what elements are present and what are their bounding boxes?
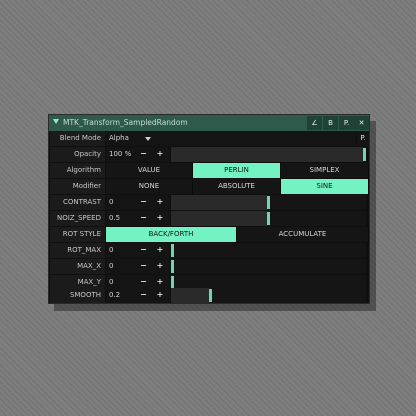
window-title: MTK_Transform_SampledRandom [63,118,188,127]
rot-style-label: ROT STYLE [50,227,105,242]
max-x-value[interactable]: 0 [106,259,137,274]
rot-max-slider-handle[interactable] [171,244,174,257]
noiz-speed-slider[interactable] [171,211,366,226]
rot-max-label: ROT_MAX [50,243,105,258]
algorithm-option-simplex[interactable]: SIMPLEX [281,163,369,178]
smooth-slider-fill [171,288,209,303]
max-x-increment-button[interactable]: + [150,259,170,274]
algorithm-label: Algorithm [50,163,105,178]
rot-max-row: ROT_MAX 0 − + [49,243,369,258]
contrast-value[interactable]: 0 [106,195,137,210]
noiz-speed-slider-fill [171,211,267,226]
smooth-decrement-button[interactable]: − [137,288,150,303]
blend-mode-value: Alpha [109,134,129,142]
rot-max-value[interactable]: 0 [106,243,137,258]
opacity-row: Opacity 100 % − + [49,147,369,162]
collapse-triangle-icon[interactable] [53,119,59,124]
smooth-increment-button[interactable]: + [150,288,170,303]
modifier-label: Modifier [50,179,105,194]
rot-style-option-accumulate[interactable]: ACCUMULATE [237,227,369,242]
smooth-slider[interactable] [171,288,366,303]
rot-max-increment-button[interactable]: + [150,243,170,258]
smooth-row: SMOOTH 0.2 − + [49,288,369,303]
blend-mode-label: Blend Mode [50,131,105,146]
noiz-speed-increment-button[interactable]: + [150,211,170,226]
smooth-value[interactable]: 0.2 [106,288,137,303]
opacity-slider-handle[interactable] [363,148,366,161]
noiz-speed-decrement-button[interactable]: − [137,211,150,226]
opacity-decrement-button[interactable]: − [137,147,150,162]
rot-style-row: ROT STYLE BACK/FORTH ACCUMULATE [49,227,369,242]
title-bar[interactable]: MTK_Transform_SampledRandom ∠ B P. ✕ [49,115,369,131]
rot-style-option-back-forth[interactable]: BACK/FORTH [106,227,237,242]
contrast-increment-button[interactable]: + [150,195,170,210]
max-x-slider[interactable] [171,259,366,274]
opacity-label: Opacity [50,147,105,162]
modifier-option-sine[interactable]: SINE [281,179,369,194]
noiz-speed-row: NOIZ_SPEED 0.5 − + [49,211,369,226]
algorithm-option-value[interactable]: VALUE [106,163,193,178]
algorithm-option-perlin[interactable]: PERLIN [193,163,281,178]
smooth-slider-handle[interactable] [209,289,212,302]
max-x-slider-handle[interactable] [171,260,174,273]
rot-max-decrement-button[interactable]: − [137,243,150,258]
blend-mode-select[interactable]: Alpha [106,131,356,146]
blend-mode-row: Blend Mode Alpha P. [49,131,369,146]
contrast-row: CONTRAST 0 − + [49,195,369,210]
modifier-option-absolute[interactable]: ABSOLUTE [193,179,281,194]
max-x-label: MAX_X [50,259,105,274]
transform-panel: MTK_Transform_SampledRandom ∠ B P. ✕ Ble… [48,114,370,304]
modifier-option-none[interactable]: NONE [106,179,193,194]
picker-button[interactable]: P. [357,131,369,146]
angle-button[interactable]: ∠ [307,116,322,130]
contrast-slider-fill [171,195,267,210]
noiz-speed-slider-handle[interactable] [267,212,270,225]
chevron-down-icon [145,137,151,141]
modifier-row: Modifier NONE ABSOLUTE SINE [49,179,369,194]
bypass-button[interactable]: B [323,116,338,130]
contrast-decrement-button[interactable]: − [137,195,150,210]
algorithm-row: Algorithm VALUE PERLIN SIMPLEX [49,163,369,178]
contrast-slider-handle[interactable] [267,196,270,209]
opacity-increment-button[interactable]: + [150,147,170,162]
noiz-speed-label: NOIZ_SPEED [50,211,105,226]
close-button[interactable]: ✕ [354,116,369,130]
noiz-speed-value[interactable]: 0.5 [106,211,137,226]
opacity-slider-fill [171,147,363,162]
contrast-label: CONTRAST [50,195,105,210]
rot-max-slider[interactable] [171,243,366,258]
smooth-label: SMOOTH [50,288,105,303]
max-x-row: MAX_X 0 − + [49,259,369,274]
preset-button[interactable]: P. [339,116,354,130]
opacity-value[interactable]: 100 % [106,147,137,162]
contrast-slider[interactable] [171,195,366,210]
opacity-slider[interactable] [171,147,366,162]
max-x-decrement-button[interactable]: − [137,259,150,274]
